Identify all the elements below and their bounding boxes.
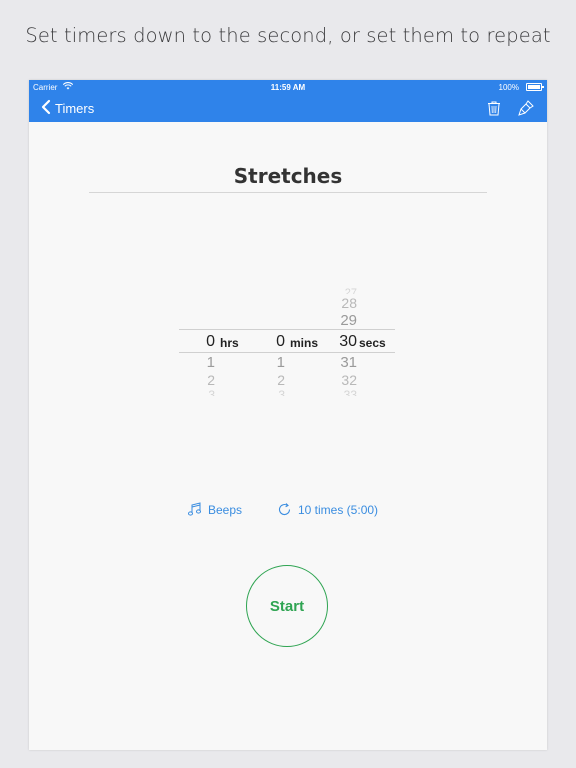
- seconds-wheel[interactable]: 27 28 29 30 secs 31 32 33: [329, 285, 397, 400]
- seconds-option: 32: [341, 372, 357, 388]
- seconds-option: 29: [340, 312, 357, 329]
- chevron-left-icon: [41, 99, 51, 118]
- minutes-unit-label: mins: [290, 336, 319, 350]
- title-divider: [89, 192, 487, 193]
- minutes-option: 2: [277, 372, 285, 388]
- back-button[interactable]: Timers: [41, 99, 94, 118]
- back-button-label: Timers: [55, 101, 95, 116]
- hours-unit-label: hrs: [220, 336, 239, 350]
- minutes-option: 3: [278, 388, 285, 396]
- device-screen: Carrier 11:59 AM 100% Timers Stretches 0…: [29, 80, 547, 750]
- sound-option-label: Beeps: [208, 502, 243, 517]
- timer-title[interactable]: Stretches: [89, 164, 487, 188]
- battery-percent: 100%: [498, 83, 519, 92]
- hours-option: 1: [206, 354, 215, 371]
- status-time: 11:59 AM: [270, 83, 306, 92]
- seconds-option: 33: [343, 388, 357, 396]
- repeat-option-button[interactable]: 10 times (5:00): [277, 502, 378, 517]
- hours-option: 2: [207, 372, 215, 388]
- seconds-unit-label: secs: [359, 336, 386, 350]
- duration-picker[interactable]: 0 hrs 1 2 3 0 mins 1 2 3 27 28 29 30 sec…: [179, 285, 397, 400]
- hours-wheel[interactable]: 0 hrs 1 2 3: [179, 285, 249, 400]
- sound-option-button[interactable]: Beeps: [187, 502, 242, 517]
- seconds-selected-value: 30: [339, 333, 357, 350]
- minutes-wheel[interactable]: 0 mins 1 2 3: [257, 285, 327, 400]
- battery-icon: [526, 83, 544, 91]
- repeat-icon: [278, 503, 291, 516]
- minutes-selected-value: 0: [276, 333, 285, 350]
- repeat-option-label: 10 times (5:00): [298, 502, 379, 517]
- seconds-option: 31: [340, 354, 357, 371]
- hours-option: 3: [208, 388, 215, 396]
- promo-caption: Set timers down to the second, or set th…: [25, 24, 551, 47]
- status-bar: Carrier 11:59 AM 100%: [29, 80, 547, 94]
- trash-icon[interactable]: [485, 99, 503, 117]
- seconds-option: 27: [344, 287, 357, 294]
- music-note-icon: [188, 502, 201, 516]
- minutes-option: 1: [276, 354, 285, 371]
- paintbrush-icon[interactable]: [517, 99, 535, 117]
- hours-selected-value: 0: [206, 333, 215, 350]
- seconds-option: 28: [341, 295, 357, 311]
- start-button[interactable]: Start: [246, 565, 328, 647]
- navigation-bar: Timers: [29, 94, 547, 122]
